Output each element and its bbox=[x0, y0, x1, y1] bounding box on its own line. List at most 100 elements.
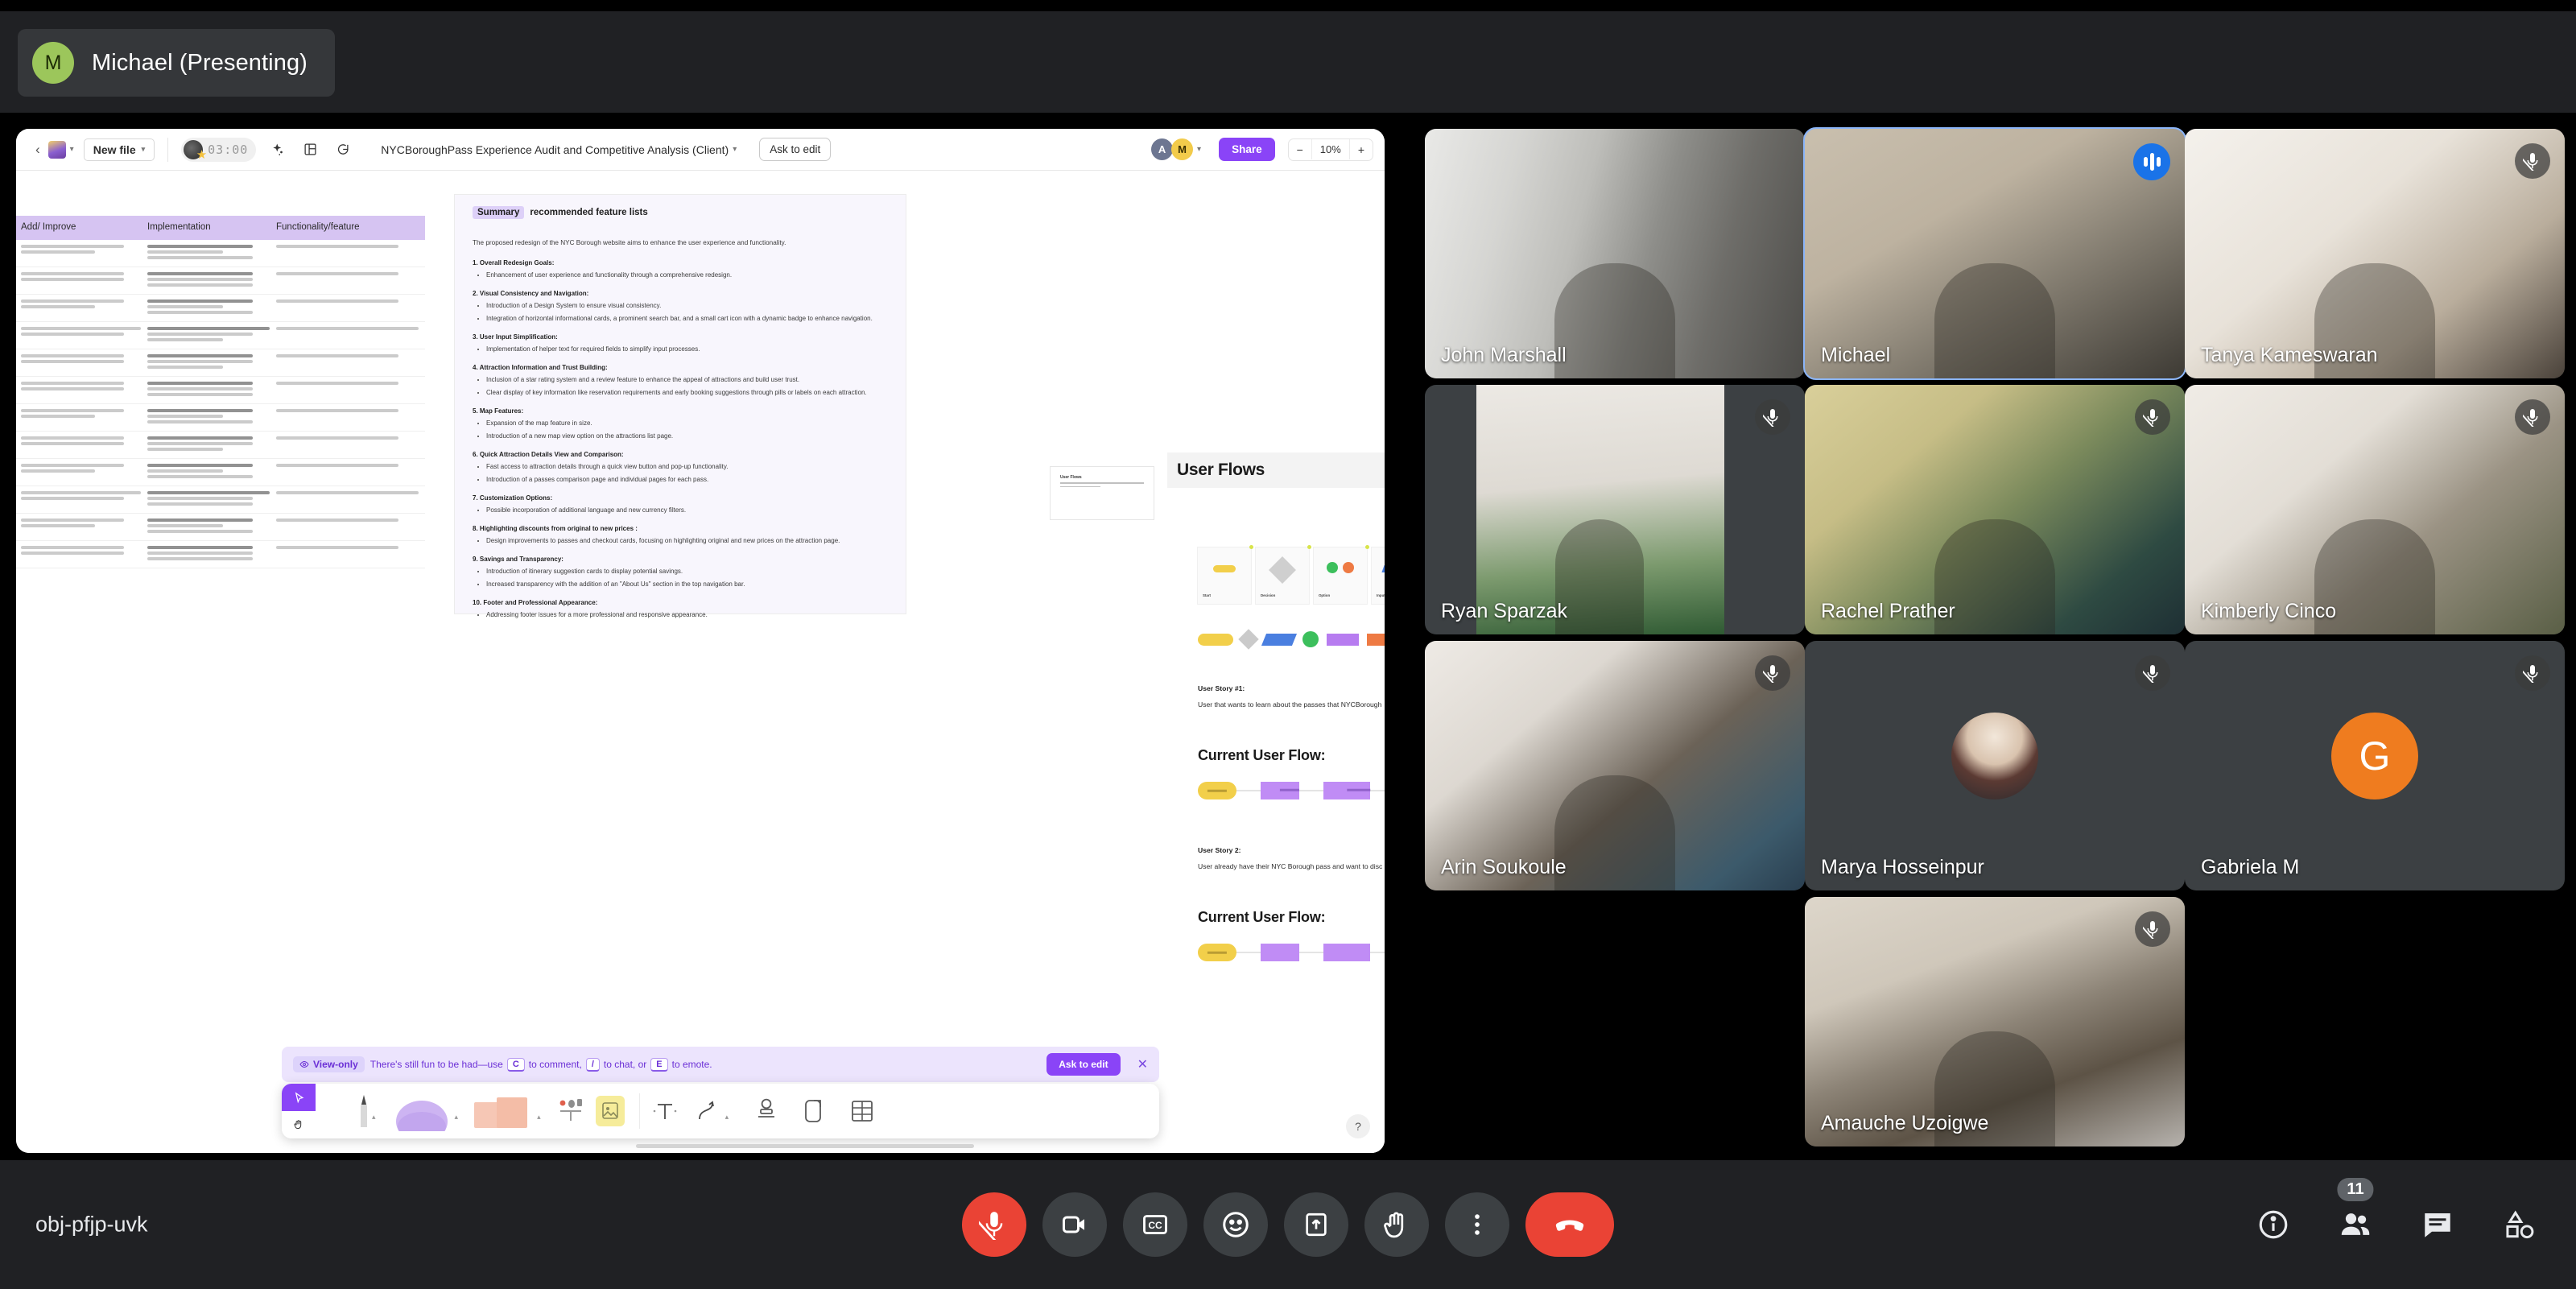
summary-bullet: Integration of horizontal informational … bbox=[486, 313, 888, 324]
table-cell bbox=[147, 326, 276, 344]
connector-tool[interactable] bbox=[691, 1095, 724, 1127]
info-circle-icon bbox=[2256, 1208, 2290, 1241]
audit-col-header-implementation: Implementation bbox=[147, 222, 211, 232]
pen-tool[interactable] bbox=[357, 1093, 370, 1129]
emoji-smile-icon bbox=[1220, 1209, 1251, 1240]
sparkle-icon[interactable] bbox=[266, 138, 290, 162]
new-file-button[interactable]: New file ▾ bbox=[83, 138, 155, 161]
shared-screen-figjam[interactable]: ‹ ▾ New file ▾ 03:00 NYCBoroughPass Expe… bbox=[16, 129, 1385, 1153]
collaborator-avatar-m[interactable]: M bbox=[1171, 138, 1194, 160]
text-placeholder bbox=[147, 386, 253, 390]
present-button[interactable] bbox=[1284, 1192, 1348, 1257]
participant-name: Michael bbox=[1821, 344, 1891, 366]
chevron-down-icon[interactable]: ▾ bbox=[70, 145, 74, 154]
help-button[interactable]: ? bbox=[1346, 1114, 1370, 1138]
participant-tile[interactable]: John Marshall bbox=[1425, 129, 1805, 378]
seal-stamp-tool[interactable] bbox=[754, 1094, 778, 1128]
key-diamond-shape bbox=[1238, 629, 1259, 650]
zoom-out-button[interactable]: − bbox=[1289, 139, 1311, 160]
summary-bullet: Enhancement of user experience and funct… bbox=[486, 270, 888, 281]
summary-bullet: Fast access to attraction details throug… bbox=[486, 461, 888, 473]
view-only-badge: View-only bbox=[293, 1056, 365, 1072]
participant-tile[interactable]: Kimberly Cinco bbox=[2185, 385, 2565, 634]
table-row bbox=[16, 267, 425, 295]
user-story-1: User Story #1: User that wants to learn … bbox=[1198, 684, 1385, 709]
stamp-tool[interactable] bbox=[555, 1093, 588, 1130]
user-flows-panel: User Flows Start Decision Option Input U… bbox=[1167, 452, 1385, 1153]
people-button[interactable]: 11 bbox=[2331, 1178, 2380, 1249]
chevron-up-icon[interactable]: ▴ bbox=[537, 1113, 541, 1122]
canvas-horizontal-scrollbar[interactable] bbox=[636, 1144, 974, 1148]
file-menu-chevron-icon[interactable]: ▾ bbox=[733, 145, 737, 154]
legend-card-input: Input bbox=[1372, 547, 1385, 604]
participant-tile[interactable]: Rachel Prather bbox=[1805, 385, 2185, 634]
more-options-button[interactable] bbox=[1445, 1192, 1509, 1257]
meet-app-window: M Michael (Presenting) ‹ ▾ New file ▾ 03… bbox=[0, 0, 2576, 1289]
present-screen-icon bbox=[1302, 1211, 1330, 1238]
user-flows-thumbnail[interactable]: User Flows bbox=[1051, 467, 1154, 519]
table-cell bbox=[276, 353, 425, 371]
pointer-tool-icon[interactable] bbox=[282, 1084, 316, 1111]
marker-tool[interactable] bbox=[390, 1091, 453, 1131]
chevron-up-icon[interactable]: ▴ bbox=[455, 1113, 459, 1122]
text-placeholder bbox=[147, 337, 224, 341]
timer-widget[interactable]: 03:00 bbox=[181, 137, 257, 162]
avatar bbox=[1951, 712, 2038, 799]
file-title[interactable]: NYCBoroughPass Experience Audit and Comp… bbox=[381, 143, 729, 156]
summary-subtitle: recommended feature lists bbox=[530, 208, 648, 217]
chevron-down-icon: ▾ bbox=[141, 145, 146, 153]
comment-bubble-icon[interactable] bbox=[330, 138, 354, 162]
participant-tile[interactable]: Ryan Sparzak bbox=[1425, 385, 1805, 634]
view-only-message: There's still fun to be had—use C to com… bbox=[370, 1057, 712, 1072]
chevron-up-icon[interactable]: ▴ bbox=[725, 1113, 729, 1122]
figjam-canvas[interactable]: Add/ Improve Implementation Functionalit… bbox=[16, 171, 1385, 1153]
ask-to-edit-toolbar-button[interactable]: Ask to edit bbox=[759, 138, 832, 161]
view-only-text-c: to chat, or bbox=[603, 1059, 647, 1070]
figjam-bottom-toolbar[interactable]: ▴ ▴ ▴ ▴ bbox=[282, 1084, 1159, 1138]
captions-button[interactable]: CC bbox=[1123, 1192, 1187, 1257]
activities-button[interactable] bbox=[2496, 1200, 2544, 1249]
leave-call-button[interactable] bbox=[1525, 1192, 1614, 1257]
participant-tile[interactable]: Michael bbox=[1803, 127, 2186, 380]
sticky-note-icon bbox=[474, 1097, 528, 1128]
table-cell bbox=[16, 490, 147, 508]
reactions-button[interactable] bbox=[1203, 1192, 1268, 1257]
participant-tile[interactable]: Amauche Uzoigwe bbox=[1805, 897, 2185, 1146]
collaborators-chevron-icon[interactable]: ▾ bbox=[1197, 145, 1201, 154]
participant-tile[interactable]: Marya Hosseinpur bbox=[1805, 641, 2185, 890]
collaborator-avatar-a[interactable]: A bbox=[1151, 138, 1174, 160]
summary-section-list: Possible incorporation of additional lan… bbox=[486, 505, 888, 516]
back-chevron-icon[interactable]: ‹ bbox=[27, 142, 48, 158]
text-tool[interactable] bbox=[651, 1095, 679, 1127]
user-flow-diagram-1 bbox=[1198, 782, 1385, 799]
participant-tile[interactable]: Arin Soukoule bbox=[1425, 641, 1805, 890]
pointer-hand-toggle[interactable] bbox=[282, 1084, 316, 1138]
close-icon[interactable]: ✕ bbox=[1137, 1056, 1148, 1072]
microphone-off-button[interactable] bbox=[962, 1192, 1026, 1257]
summary-section: 9. Savings and Transparency: Introduction… bbox=[473, 556, 888, 590]
meeting-details-button[interactable] bbox=[2249, 1200, 2297, 1249]
mic-off-icon bbox=[2135, 399, 2170, 435]
panels-icon[interactable] bbox=[298, 138, 322, 162]
widget-tool[interactable] bbox=[799, 1094, 827, 1128]
raise-hand-button[interactable] bbox=[1364, 1192, 1429, 1257]
zoom-level-value[interactable]: 10% bbox=[1311, 139, 1350, 159]
ask-to-edit-banner-button[interactable]: Ask to edit bbox=[1046, 1053, 1121, 1076]
zoom-in-button[interactable]: + bbox=[1350, 139, 1373, 160]
table-tool[interactable] bbox=[848, 1094, 877, 1128]
chat-button[interactable] bbox=[2413, 1200, 2462, 1249]
view-only-banner: View-only There's still fun to be had—us… bbox=[282, 1047, 1159, 1082]
hand-tool-icon[interactable] bbox=[282, 1111, 316, 1138]
sticky-note-tool[interactable] bbox=[473, 1093, 535, 1130]
share-button[interactable]: Share bbox=[1219, 138, 1275, 161]
presenter-chip[interactable]: M Michael (Presenting) bbox=[18, 29, 335, 97]
participant-tile[interactable]: G Gabriela M bbox=[2185, 641, 2565, 890]
image-tool[interactable] bbox=[592, 1093, 628, 1130]
zoom-control[interactable]: − 10% + bbox=[1287, 138, 1373, 161]
text-placeholder bbox=[21, 496, 125, 500]
text-placeholder bbox=[147, 502, 253, 506]
camera-button[interactable] bbox=[1042, 1192, 1107, 1257]
user-flow-diagram-2 bbox=[1198, 944, 1385, 961]
participant-tile[interactable]: Tanya Kameswaran bbox=[2185, 129, 2565, 378]
chevron-up-icon[interactable]: ▴ bbox=[372, 1113, 376, 1122]
